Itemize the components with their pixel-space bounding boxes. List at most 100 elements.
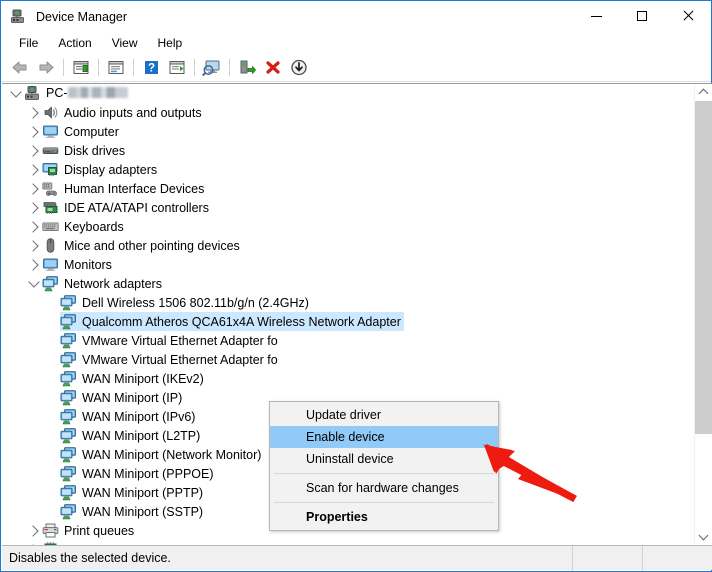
tree-expander[interactable] [8,84,24,103]
tree-item-content: WAN Miniport (IPv6) [60,407,198,426]
tree-expander[interactable] [26,160,42,179]
tree-expander[interactable] [26,141,42,160]
chevron-down-icon [10,86,21,97]
status-bar-pane-2 [572,546,642,571]
network-adapter-icon [60,332,77,349]
scrollbar-track[interactable] [695,101,712,528]
toolbar-separator [98,59,99,76]
tree-expander[interactable] [26,255,42,274]
tree-item-content: Monitors [42,255,115,274]
context-menu-item-uninstall-device[interactable]: Uninstall device [270,448,498,470]
tree-item-content: Mice and other pointing devices [42,236,243,255]
tree-item-content: WAN Miniport (Network Monitor) [60,445,264,464]
tree-item-content: Disk drives [42,141,128,160]
tree-item-selected[interactable]: Qualcomm Atheros QCA61x4A Wireless Netwo… [2,312,695,331]
tree-expander[interactable] [26,521,42,540]
keyboard-icon [42,218,59,235]
redacted-hostname [68,87,128,98]
menu-help[interactable]: Help [148,34,193,52]
tree-item[interactable]: Mice and other pointing devices [2,236,695,255]
context-menu-item-update-driver[interactable]: Update driver [270,404,498,426]
title-bar: Device Manager [1,1,711,32]
tree-item-content: WAN Miniport (IP) [60,388,185,407]
tree-item-label: Computer [64,125,119,139]
device-manager-icon [10,8,27,25]
scroll-down-button[interactable] [695,528,712,545]
chevron-right-icon [27,164,38,175]
menu-action[interactable]: Action [48,34,101,52]
network-adapter-icon [60,313,77,330]
context-menu-item-properties[interactable]: Properties [270,506,498,528]
context-menu-item-enable-device[interactable]: Enable device [270,426,498,448]
chevron-right-icon [27,240,38,251]
tree-item[interactable]: Computer [2,122,695,141]
tree-item[interactable]: Display adapters [2,160,695,179]
network-adapter-icon [60,465,77,482]
network-adapter-icon [42,275,59,292]
back-icon[interactable] [7,56,33,80]
tree-item[interactable]: Keyboards [2,217,695,236]
tree-expander[interactable] [26,103,42,122]
tree-item[interactable]: Monitors [2,255,695,274]
tree-expander[interactable] [26,122,42,141]
close-button[interactable] [665,1,711,31]
tree-expander[interactable] [26,179,42,198]
tree-item[interactable]: Audio inputs and outputs [2,103,695,122]
update-driver-icon[interactable] [164,56,190,80]
tree-item[interactable]: Dell Wireless 1506 802.11b/g/n (2.4GHz) [2,293,695,312]
tree-item[interactable]: IDE ATA/ATAPI controllers [2,198,695,217]
menu-bar: File Action View Help [1,32,711,54]
disable-device-icon[interactable] [286,56,312,80]
context-menu-item-scan-for-hardware-changes[interactable]: Scan for hardware changes [270,477,498,499]
tree-item-content: IDE ATA/ATAPI controllers [42,198,212,217]
tree-item-content: WAN Miniport (IKEv2) [60,369,207,388]
tree-expander-placeholder [44,426,60,445]
tree-item-content: Audio inputs and outputs [42,103,205,122]
tree-expander[interactable] [26,274,42,293]
tree-item[interactable]: WAN Miniport (IKEv2) [2,369,695,388]
tree-item-label: Network adapters [64,277,162,291]
properties-icon[interactable] [68,56,94,80]
tree-item-content: WAN Miniport (SSTP) [60,502,206,521]
menu-file[interactable]: File [9,34,48,52]
tree-item-label: Display adapters [64,163,157,177]
tree-item[interactable]: VMware Virtual Ethernet Adapter fo [2,350,695,369]
toolbar-separator [133,59,134,76]
menu-view[interactable]: View [102,34,148,52]
show-hidden-devices-icon[interactable] [103,56,129,80]
scroll-up-button[interactable] [695,84,712,101]
disk-drive-icon [42,142,59,159]
network-adapter-icon [60,427,77,444]
tree-item-label: Human Interface Devices [64,182,204,196]
chevron-right-icon [27,126,38,137]
speaker-icon [42,104,59,121]
tree-item[interactable]: Disk drives [2,141,695,160]
help-icon[interactable]: ? [138,56,164,80]
tree-expander-placeholder [44,369,60,388]
uninstall-device-icon[interactable] [260,56,286,80]
tree-expander[interactable] [26,217,42,236]
tree-item-root[interactable]: PC- [2,84,695,103]
tree-item-label: VMware Virtual Ethernet Adapter fo [82,353,278,367]
ide-controller-icon [42,199,59,216]
context-menu-separator [274,473,494,474]
minimize-button[interactable] [573,1,619,31]
scan-for-hardware-changes-icon[interactable] [199,56,225,80]
tree-item[interactable]: VMware Virtual Ethernet Adapter fo [2,331,695,350]
forward-icon[interactable] [33,56,59,80]
toolbar: ? [1,54,711,82]
maximize-button[interactable] [619,1,665,31]
context-menu[interactable]: Update driver Enable device Uninstall de… [269,401,499,531]
vertical-scrollbar[interactable] [694,84,712,545]
tree-item-label: WAN Miniport (SSTP) [82,505,203,519]
tree-expander-placeholder [44,293,60,312]
window-controls [573,1,711,31]
scrollbar-thumb[interactable] [695,101,712,434]
tree-expander[interactable] [26,198,42,217]
tree-item[interactable]: Network adapters [2,274,695,293]
enable-device-icon[interactable] [234,56,260,80]
network-adapter-icon [60,389,77,406]
chevron-right-icon [27,202,38,213]
tree-expander[interactable] [26,236,42,255]
tree-item[interactable]: Human Interface Devices [2,179,695,198]
